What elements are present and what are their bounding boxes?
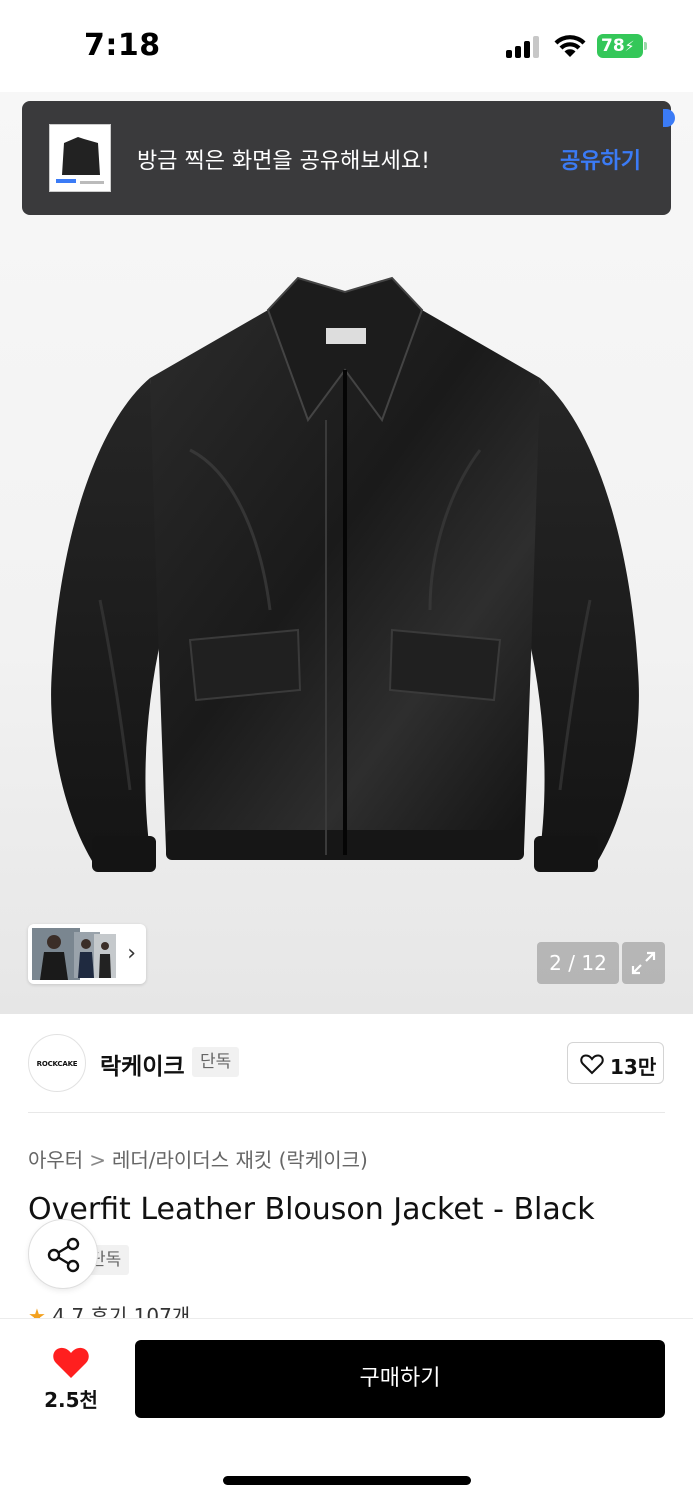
share-button[interactable] <box>28 1219 98 1289</box>
breadcrumb-separator-icon: > <box>89 1148 106 1172</box>
model-photos-thumbnail-button[interactable]: › <box>28 924 146 984</box>
breadcrumb-category[interactable]: 아우터 <box>28 1148 83 1172</box>
product-title: Overfit Leather Blouson Jacket - Black <box>28 1192 595 1227</box>
screenshot-thumbnail[interactable] <box>49 124 111 192</box>
wishlist-heart-icon[interactable] <box>52 1346 90 1380</box>
product-photo-jacket <box>51 276 639 872</box>
brand-like-count: 13만 <box>610 1055 657 1079</box>
expand-icon <box>631 951 656 975</box>
brand-name[interactable]: 락케이크 <box>100 1047 185 1081</box>
share-toast: 방금 찍은 화면을 공유해보세요! 공유하기 <box>22 101 675 215</box>
section-divider <box>28 1112 665 1113</box>
share-now-button[interactable]: 공유하기 <box>560 143 641 175</box>
battery-icon: 78⚡ <box>597 34 649 58</box>
buy-button[interactable]: 구매하기 <box>135 1340 665 1418</box>
product-image-carousel[interactable] <box>0 92 693 1014</box>
cellular-signal-icon <box>506 36 542 58</box>
heart-outline-icon <box>580 1054 604 1075</box>
share-icon <box>47 1237 80 1273</box>
image-page-counter: 2 / 12 <box>537 942 619 984</box>
brand-logo[interactable]: ROCKCAKE <box>28 1034 86 1092</box>
breadcrumb-subcategory[interactable]: 레더/라이더스 재킷 (락케이크) <box>112 1148 368 1172</box>
model-photos-thumbnail <box>32 928 116 980</box>
wifi-icon <box>554 35 586 57</box>
home-indicator[interactable] <box>223 1476 471 1485</box>
chevron-right-icon: › <box>127 941 136 966</box>
breadcrumb: 아우터 > 레더/라이더스 재킷 (락케이크) <box>28 1144 368 1173</box>
status-time: 7:18 <box>84 28 161 63</box>
wishlist-count: 2.5천 <box>44 1388 98 1412</box>
status-bar: 7:18 78⚡ <box>0 0 693 92</box>
exclusive-badge: 단독 <box>192 1047 240 1077</box>
toast-message: 방금 찍은 화면을 공유해보세요! <box>137 149 430 174</box>
expand-image-button[interactable] <box>622 942 665 984</box>
rating-row[interactable]: ★ 4.7 후기 107개 <box>28 1300 190 1320</box>
battery-level: 78 <box>601 36 625 56</box>
like-brand-button[interactable]: 13만 <box>567 1042 664 1084</box>
